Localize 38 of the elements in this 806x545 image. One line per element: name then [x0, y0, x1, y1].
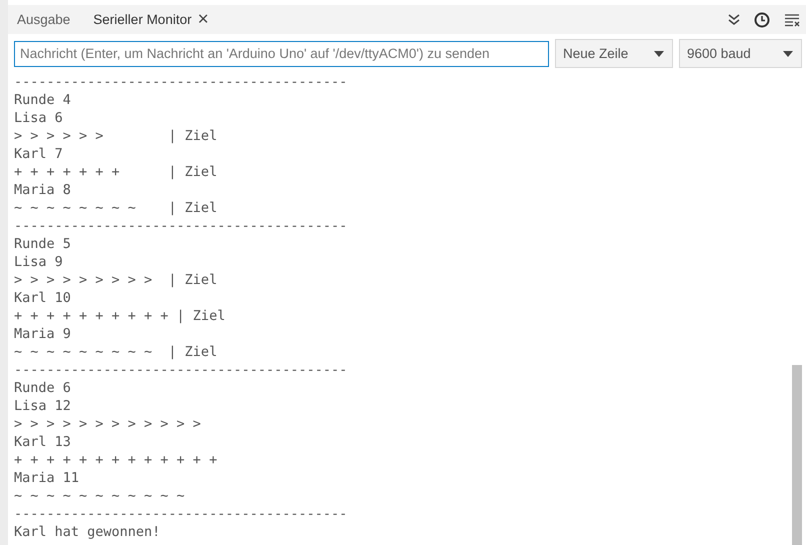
clear-output-icon[interactable]: [784, 12, 800, 26]
output-line: ~ ~ ~ ~ ~ ~ ~ ~ ~ | Ziel: [14, 343, 218, 361]
panel-tab[interactable]: Ausgabe: [16, 10, 80, 29]
output-line: -----------------------------------------: [14, 361, 348, 379]
double-chevron-icon[interactable]: [728, 14, 740, 26]
output-line: Karl 13: [14, 433, 71, 451]
output-line: Maria 9: [14, 325, 71, 343]
output-line: Runde 5: [14, 235, 71, 253]
caret-icon: [654, 50, 664, 56]
output-line: Runde 4: [14, 91, 71, 109]
scrollbar-thumb[interactable]: [792, 365, 802, 545]
output-line: -----------------------------------------: [14, 73, 348, 91]
output-line: ~ ~ ~ ~ ~ ~ ~ ~ | Ziel: [14, 199, 218, 217]
output-line: Karl hat gewonnen!: [14, 523, 160, 541]
line-ending-dropdown[interactable]: Neue Zeile: [555, 39, 673, 68]
close-icon[interactable]: ×: [198, 10, 209, 29]
panel-tab[interactable]: Serieller Monitor ×: [92, 10, 219, 29]
output-line: Maria 11: [14, 469, 80, 487]
output-line: Lisa 6: [14, 109, 63, 127]
output-line: Maria 8: [14, 181, 71, 199]
output-line: > > > > > > | Ziel: [14, 127, 218, 145]
caret-icon: [783, 50, 793, 56]
output-line: Runde 6: [14, 379, 71, 397]
output-line: -----------------------------------------: [14, 217, 348, 235]
output-line: + + + + + + + | Ziel: [14, 163, 218, 181]
output-line: + + + + + + + + + + + + +: [14, 451, 218, 469]
output-line: Karl 10: [14, 289, 71, 307]
output-line: Karl 7: [14, 145, 63, 163]
output-line: + + + + + + + + + + | Ziel: [14, 307, 226, 325]
output-line: > > > > > > > > > | Ziel: [14, 271, 218, 289]
output-line: ~ ~ ~ ~ ~ ~ ~ ~ ~ ~ ~: [14, 487, 185, 505]
clock-icon[interactable]: [754, 12, 770, 28]
output-line: -----------------------------------------: [14, 505, 348, 523]
output-line: Lisa 12: [14, 397, 71, 415]
message-field[interactable]: Nachricht (Enter, um Nachricht an 'Arduino Uno' auf '/dev/ttyACM0') zu senden: [14, 40, 549, 66]
output-line: > > > > > > > > > > > >: [14, 415, 201, 433]
output-line: Lisa 9: [14, 253, 63, 271]
baud-rate-dropdown[interactable]: 9600 baud: [679, 39, 802, 68]
